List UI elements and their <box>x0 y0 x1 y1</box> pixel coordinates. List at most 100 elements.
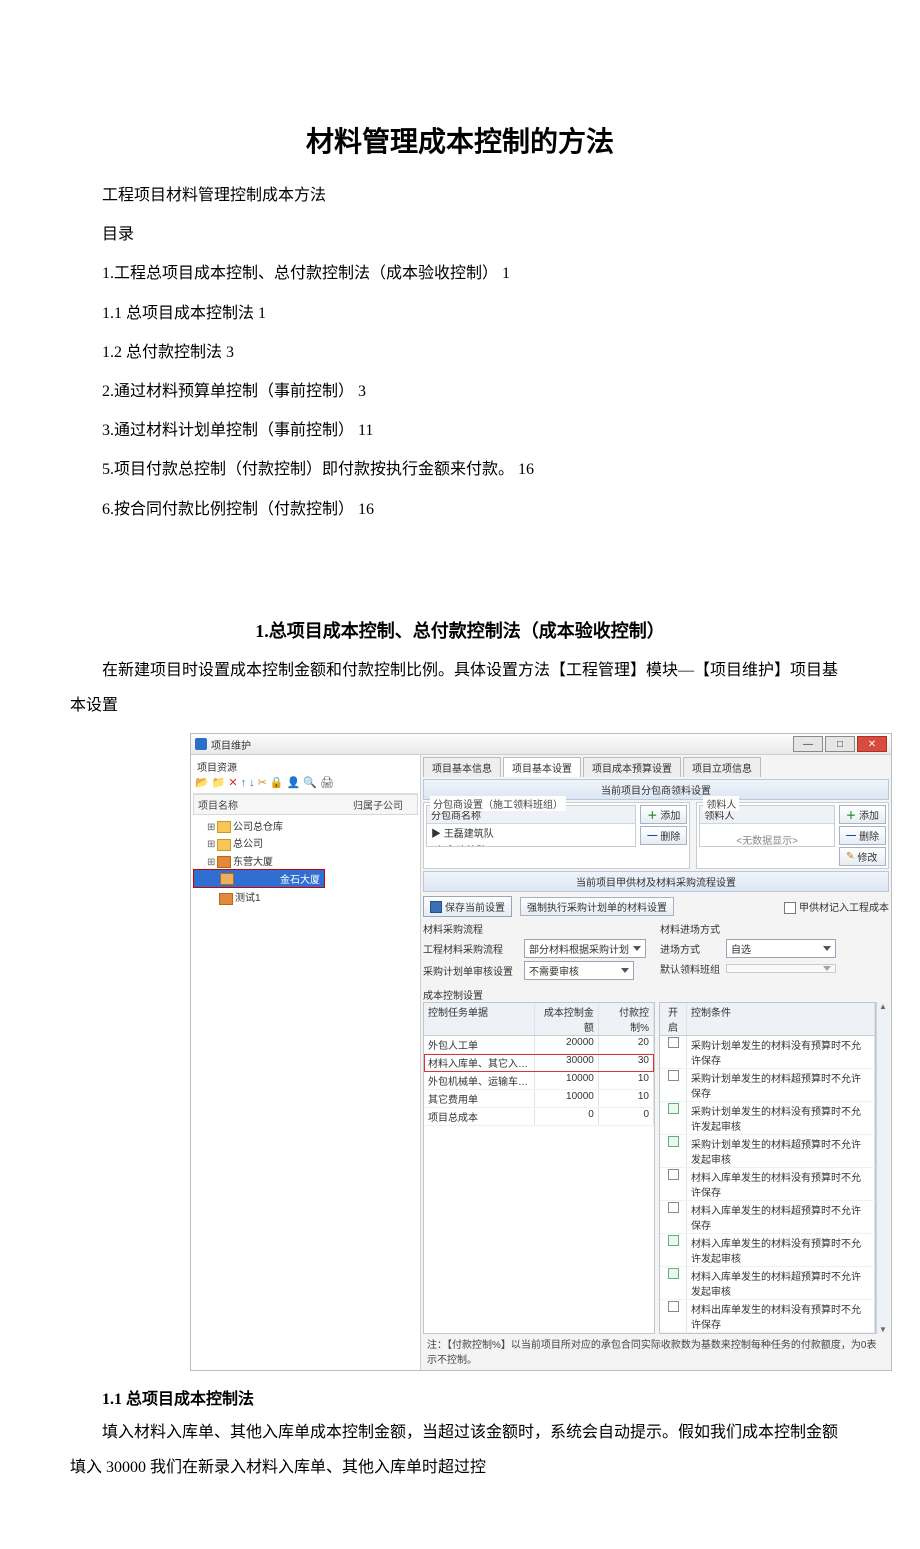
table-row[interactable]: 采购计划单发生的材料没有预算时不允许发起审核 <box>660 1102 875 1135</box>
left-panel: 项目资源 📂 📁 ✕ ↑ ↓ ✂ 🔒 👤 🔍 🖨 项目名称 归属子公司 ⊞公司总… <box>191 755 421 1370</box>
save-button[interactable]: 保存当前设置 <box>423 896 512 917</box>
col-header: 付款控制% <box>599 1003 654 1035</box>
field-label: 进场方式 <box>660 941 720 956</box>
footnote: 注：【付款控制%】以当前项目所对应的承包合同实际收款数为基数来控制每种任务的付款… <box>423 1334 889 1368</box>
table-row[interactable]: 外包人工单2000020 <box>424 1036 654 1054</box>
edit-button[interactable]: ✎修改 <box>839 847 886 866</box>
user-icon[interactable]: 👤 <box>287 778 301 789</box>
audit-select[interactable]: 不需要审核 <box>524 961 634 980</box>
add-button[interactable]: ＋添加 <box>839 805 886 824</box>
delete-icon[interactable]: ✕ <box>228 778 237 789</box>
no-data-label: <无数据显示> <box>700 824 834 847</box>
table-row[interactable]: 材料入库单发生的材料没有预算时不允许发起审核 <box>660 1234 875 1267</box>
scroll-down-icon[interactable]: ▼ <box>879 1325 887 1334</box>
subsection-heading: 1.1 总项目成本控制法 <box>70 1385 850 1409</box>
col-header: 成本控制金额 <box>535 1003 599 1035</box>
window-titlebar: 项目维护 — □ ✕ <box>191 734 891 755</box>
group-label: 成本控制设置 <box>423 987 889 1002</box>
folder-open-icon[interactable]: 📂 <box>195 778 209 789</box>
default-team-select[interactable] <box>726 964 836 973</box>
table-row[interactable]: 外包机械单、运输车…1000010 <box>424 1072 654 1090</box>
project-tree: ⊞公司总仓库 ⊞总公司 ⊞东营大厦 金石大厦 测试1 <box>193 815 418 907</box>
toc-item: 1.1 总项目成本控制法 1 <box>70 296 850 331</box>
delete-button[interactable]: —删除 <box>839 826 886 845</box>
paragraph: 在新建项目时设置成本控制金额和付款控制比例。具体设置方法【工程管理】模块—【项目… <box>70 653 850 723</box>
subcontractor-fieldset: 分包商设置（施工领料班组） 分包商名称 ▶ 王磊建筑队 赵永建筑队 ＋添加 —删… <box>423 802 690 869</box>
folder-new-icon[interactable]: 📁 <box>212 778 226 789</box>
intro-line: 工程项目材料管理控制成本方法 <box>70 178 850 213</box>
tree-node[interactable]: ⊞公司总仓库 <box>193 817 418 834</box>
tab-cost-budget[interactable]: 项目成本预算设置 <box>583 757 681 777</box>
down-icon[interactable]: ↓ <box>249 778 255 789</box>
tree-col-name: 项目名称 <box>194 795 349 814</box>
paragraph: 填入材料入库单、其他入库单成本控制金额，当超过该金额时，系统会自动提示。假如我们… <box>70 1415 850 1485</box>
search-icon[interactable]: 🔍 <box>303 778 317 789</box>
receiver-fieldset: 领料人 领料人 <无数据显示> ＋添加 —删除 ✎修改 <box>696 802 889 869</box>
tree-node-selected[interactable]: 金石大厦 <box>193 869 325 888</box>
checkbox-icon[interactable] <box>668 1235 679 1246</box>
section-b-title: 当前项目甲供材及材料采购流程设置 <box>423 871 889 892</box>
checkbox-icon[interactable] <box>668 1268 679 1279</box>
right-panel: 项目基本信息 项目基本设置 项目成本预算设置 项目立项信息 当前项目分包商领料设… <box>421 755 891 1370</box>
table-row[interactable]: 材料入库单发生的材料没有预算时不允许保存 <box>660 1168 875 1201</box>
table-row[interactable]: 采购计划单发生的材料超预算时不允许保存 <box>660 1069 875 1102</box>
col-header: 开启 <box>660 1003 687 1035</box>
tree-node[interactable]: ⊞东营大厦 <box>193 852 418 869</box>
tree-node[interactable]: 测试1 <box>193 888 418 905</box>
cost-control-grid: 控制任务单据 成本控制金额 付款控制% 外包人工单2000020 材料入库单、其… <box>423 1002 655 1334</box>
checkbox-icon[interactable] <box>668 1103 679 1114</box>
group-label: 材料采购流程 <box>423 921 652 936</box>
minimize-button[interactable]: — <box>793 736 823 752</box>
lock-icon[interactable]: 🔒 <box>270 778 284 789</box>
vertical-scrollbar[interactable]: ▲▼ <box>876 1002 889 1334</box>
entry-mode-select[interactable]: 自选 <box>726 939 836 958</box>
maximize-button[interactable]: □ <box>825 736 855 752</box>
table-row[interactable]: 项目总成本00 <box>424 1108 654 1126</box>
table-row[interactable]: 材料出库单发生的材料没有预算时不允许保存 <box>660 1300 875 1333</box>
toc-item: 5.项目付款总控制（付款控制）即付款按执行金额来付款。 16 <box>70 452 850 487</box>
field-label: 工程材料采购流程 <box>423 941 518 956</box>
tab-basic-info[interactable]: 项目基本信息 <box>423 757 501 777</box>
checkbox-icon[interactable] <box>668 1070 679 1081</box>
checkbox-icon[interactable] <box>668 1037 679 1048</box>
table-row[interactable]: 其它费用单1000010 <box>424 1090 654 1108</box>
force-plan-button[interactable]: 强制执行采购计划单的材料设置 <box>520 897 674 916</box>
delete-button[interactable]: —删除 <box>640 826 687 845</box>
tab-project-info[interactable]: 项目立项信息 <box>683 757 761 777</box>
chevron-down-icon <box>823 946 831 951</box>
tree-node[interactable]: ⊞总公司 <box>193 834 418 851</box>
add-button[interactable]: ＋添加 <box>640 805 687 824</box>
table-row[interactable]: 材料入库单发生的材料超预算时不允许发起审核 <box>660 1267 875 1300</box>
table-row[interactable]: 采购计划单发生的材料没有预算时不允许保存 <box>660 1036 875 1069</box>
tree-col-owner: 归属子公司 <box>349 795 417 814</box>
toc-item: 1.工程总项目成本控制、总付款控制法（成本验收控制） 1 <box>70 256 850 291</box>
control-condition-grid: 开启 控制条件 采购计划单发生的材料没有预算时不允许保存 采购计划单发生的材料超… <box>659 1002 876 1334</box>
chevron-down-icon <box>823 966 831 971</box>
toc-item: 2.通过材料预算单控制（事前控制） 3 <box>70 374 850 409</box>
toc-item: 1.2 总付款控制法 3 <box>70 335 850 370</box>
owner-material-checkbox[interactable]: 甲供材记入工程成本 <box>784 899 889 914</box>
table-row[interactable]: 材料入库单发生的材料超预算时不允许保存 <box>660 1201 875 1234</box>
list-item[interactable]: 赵永建筑队 <box>427 841 635 847</box>
checkbox-icon[interactable] <box>668 1301 679 1312</box>
toc-label: 目录 <box>70 217 850 252</box>
list-item[interactable]: ▶ 王磊建筑队 <box>427 824 635 841</box>
close-button[interactable]: ✕ <box>857 736 887 752</box>
left-toolbar: 📂 📁 ✕ ↑ ↓ ✂ 🔒 👤 🔍 🖨 <box>193 776 418 794</box>
fieldset-legend: 分包商设置（施工领料班组） <box>430 796 566 811</box>
left-panel-title: 项目资源 <box>193 757 418 776</box>
fieldset-legend: 领料人 <box>703 796 739 811</box>
purchase-flow-select[interactable]: 部分材料根据采购计划 <box>524 939 646 958</box>
checkbox-icon[interactable] <box>668 1136 679 1147</box>
up-icon[interactable]: ↑ <box>241 778 247 789</box>
print-icon[interactable]: 🖨 <box>320 778 334 789</box>
field-label: 默认领料班组 <box>660 961 720 976</box>
toc-item: 3.通过材料计划单控制（事前控制） 11 <box>70 413 850 448</box>
checkbox-icon[interactable] <box>668 1202 679 1213</box>
scroll-up-icon[interactable]: ▲ <box>879 1002 887 1011</box>
table-row-highlighted[interactable]: 材料入库单、其它入…3000030 <box>424 1054 654 1072</box>
tab-basic-settings[interactable]: 项目基本设置 <box>503 757 581 777</box>
checkbox-icon[interactable] <box>668 1169 679 1180</box>
table-row[interactable]: 采购计划单发生的材料超预算时不允许发起审核 <box>660 1135 875 1168</box>
cut-icon[interactable]: ✂ <box>258 778 267 789</box>
